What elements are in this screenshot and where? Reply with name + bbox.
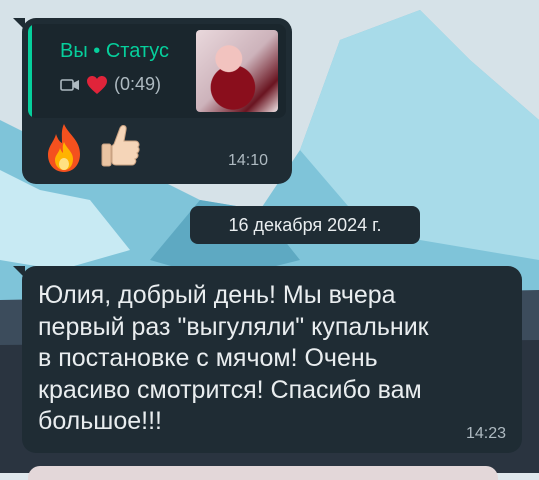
date-separator: 16 декабря 2024 г. xyxy=(190,206,420,244)
quote-duration: (0:49) xyxy=(114,74,162,94)
reply-message-bubble[interactable]: Вы • Статус (0:49) 14:10 xyxy=(13,18,292,184)
thumbs-up-icon xyxy=(101,125,140,167)
message-bubble[interactable]: Юлия, добрый день! Мы вчера первый раз "… xyxy=(13,266,522,453)
quoted-status[interactable]: Вы • Статус (0:49) xyxy=(28,24,286,118)
emoji-row xyxy=(42,122,142,174)
message-text: Юлия, добрый день! Мы вчера первый раз "… xyxy=(38,281,429,435)
quote-author: Вы • Статус xyxy=(60,40,170,62)
video-camera-icon xyxy=(60,78,79,91)
next-message-peek xyxy=(28,466,498,480)
quote-meta: (0:49) xyxy=(60,74,161,95)
fire-icon xyxy=(48,124,80,172)
status-thumbnail[interactable] xyxy=(196,30,278,112)
heart-icon xyxy=(87,75,107,94)
message-time: 14:10 xyxy=(227,152,268,169)
message-time: 14:23 xyxy=(465,425,506,442)
quote-accent-bar xyxy=(28,24,32,118)
